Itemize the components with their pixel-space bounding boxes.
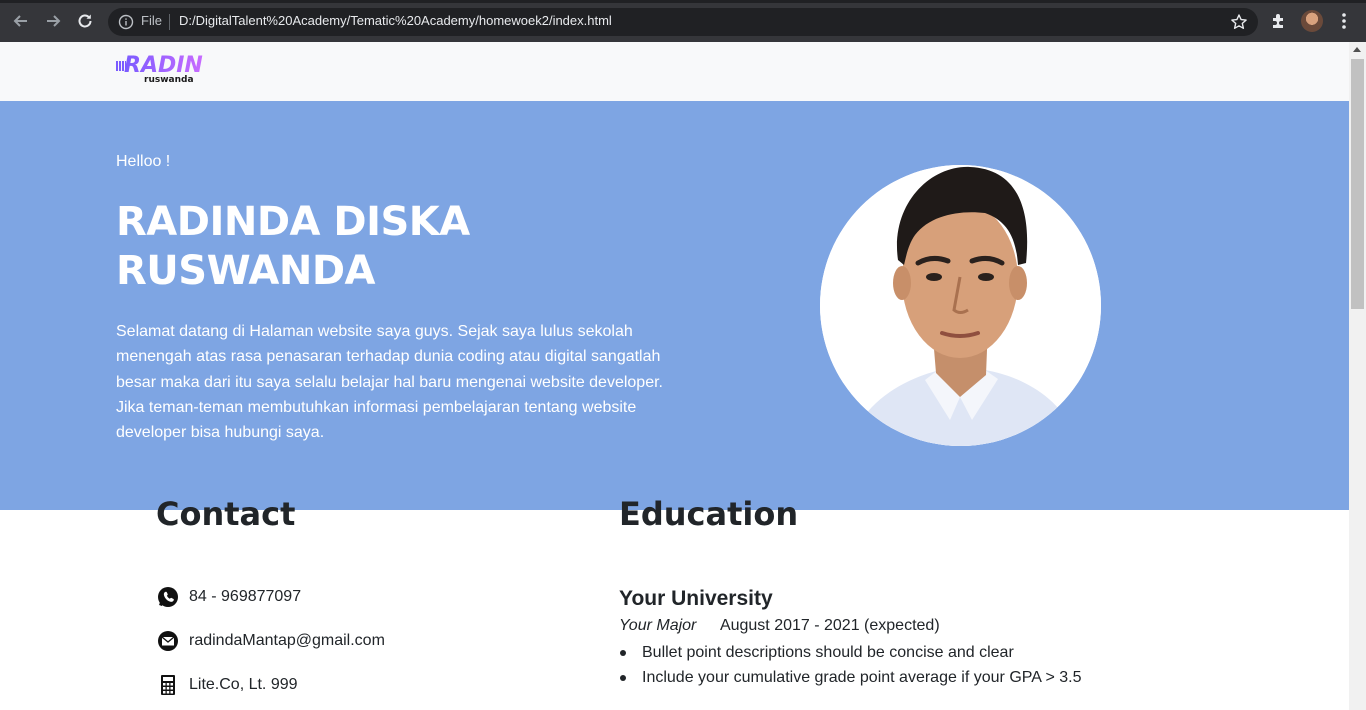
contact-email-text: radindaMantap@gmail.com xyxy=(189,632,385,649)
building-icon xyxy=(157,674,179,696)
major-row: Your Major August 2017 - 2021 (expected) xyxy=(619,617,940,635)
list-item: Include your cumulative grade point aver… xyxy=(619,665,1082,690)
scroll-thumb[interactable] xyxy=(1351,59,1364,309)
more-menu-icon[interactable] xyxy=(1336,11,1352,31)
site-navbar: RADIN ruswanda xyxy=(0,42,1349,101)
education-heading: Education xyxy=(619,495,799,533)
contact-phone[interactable]: 84 - 969877097 xyxy=(157,585,301,609)
url-text[interactable]: D:/DigitalTalent%20Academy/Tematic%20Aca… xyxy=(179,13,612,28)
hero-description: Selamat datang di Halaman website saya g… xyxy=(116,323,663,442)
list-item: Bullet point descriptions should be conc… xyxy=(619,640,1082,665)
page-viewport: RADIN ruswanda Helloo ! RADINDA DISKA RU… xyxy=(0,42,1349,710)
address-divider xyxy=(169,14,170,30)
study-period: August 2017 - 2021 (expected) xyxy=(719,617,940,634)
hero-greeting: Helloo ! xyxy=(116,153,171,170)
hero-name: RADINDA DISKA RUSWANDA xyxy=(116,199,470,294)
major-name: Your Major xyxy=(619,617,697,634)
star-icon[interactable] xyxy=(1230,13,1248,31)
info-icon[interactable] xyxy=(118,14,134,30)
contact-email[interactable]: radindaMantap@gmail.com xyxy=(157,629,385,653)
file-scheme-label: File xyxy=(141,13,162,28)
hero-section: Helloo ! RADINDA DISKA RUSWANDA Selamat … xyxy=(0,101,1349,510)
contact-office[interactable]: Lite.Co, Lt. 999 xyxy=(157,673,298,697)
back-icon[interactable] xyxy=(9,9,33,33)
reload-icon[interactable] xyxy=(73,9,97,33)
extensions-icon[interactable] xyxy=(1270,12,1288,30)
vertical-scrollbar[interactable] xyxy=(1349,42,1366,710)
contact-heading: Contact xyxy=(156,495,296,533)
profile-photo xyxy=(820,165,1101,446)
profile-avatar[interactable] xyxy=(1301,10,1323,32)
logo-sub-text: ruswanda xyxy=(144,75,194,85)
tab-strip xyxy=(0,0,1366,3)
forward-icon[interactable] xyxy=(41,9,65,33)
browser-toolbar: File D:/DigitalTalent%20Academy/Tematic%… xyxy=(0,0,1366,42)
site-logo[interactable]: RADIN ruswanda xyxy=(116,54,228,86)
whatsapp-icon xyxy=(157,586,179,608)
contact-phone-text: 84 - 969877097 xyxy=(189,588,302,605)
address-bar[interactable]: File D:/DigitalTalent%20Academy/Tematic%… xyxy=(108,8,1258,36)
university-name: Your University xyxy=(619,587,773,610)
education-bullets: Bullet point descriptions should be conc… xyxy=(619,640,1082,690)
contact-office-text: Lite.Co, Lt. 999 xyxy=(189,676,298,693)
scroll-up-arrow-icon[interactable] xyxy=(1353,47,1361,52)
email-icon xyxy=(157,630,179,652)
